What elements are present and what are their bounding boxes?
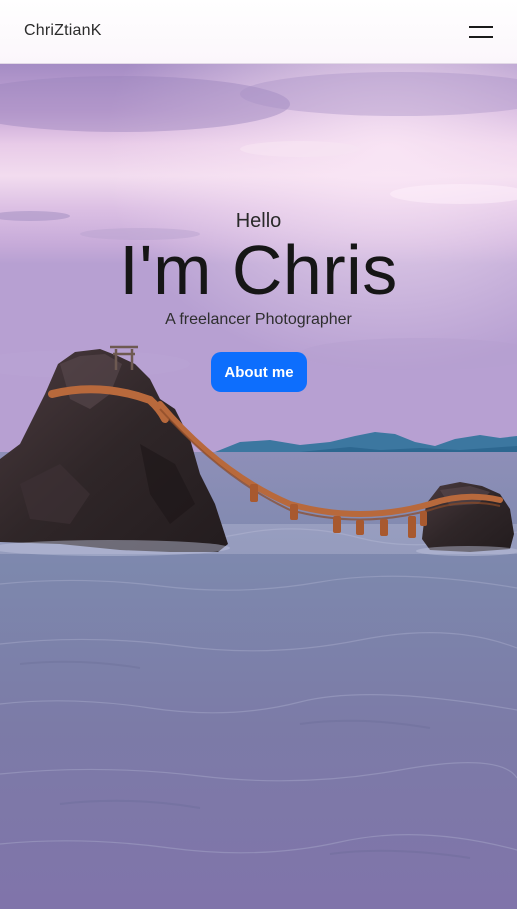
brand-logo-text[interactable]: ChriZtianK	[24, 22, 102, 40]
hero-subtitle: A freelancer Photographer	[165, 311, 352, 328]
hero-headline: I'm Chris	[119, 231, 398, 309]
hero-section: Hello I'm Chris A freelancer Photographe…	[0, 64, 517, 909]
top-navbar: ChriZtianK	[0, 0, 517, 64]
menu-bar-bottom	[469, 36, 493, 38]
about-me-button[interactable]: About me	[211, 352, 307, 392]
menu-bar-top	[469, 26, 493, 28]
hamburger-menu-icon[interactable]	[469, 20, 493, 44]
hero-background-image	[0, 64, 517, 909]
